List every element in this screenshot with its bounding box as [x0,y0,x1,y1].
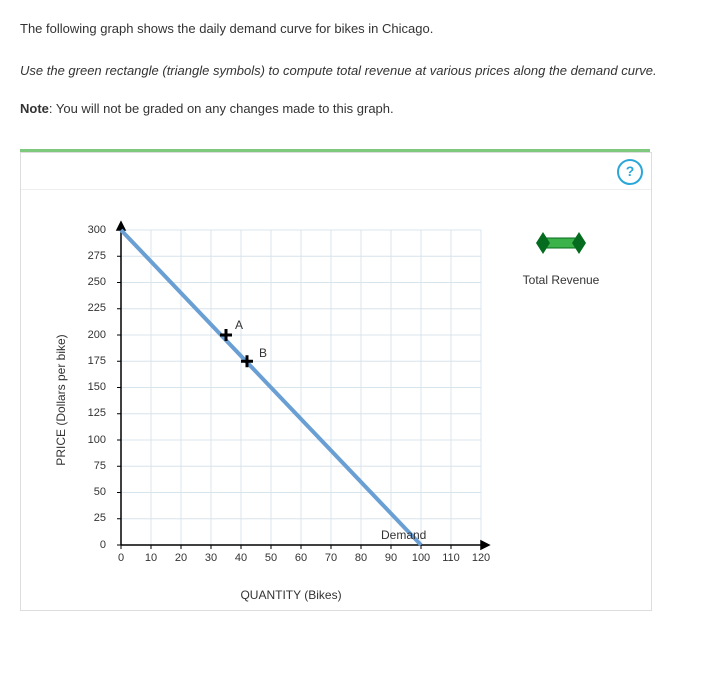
y-tick: 275 [88,250,106,262]
x-tick: 60 [295,552,307,564]
x-tick: 80 [355,552,367,564]
gridlines [121,230,481,545]
y-tick: 0 [100,539,106,551]
x-tick: 20 [175,552,187,564]
total-revenue-tool[interactable] [536,230,586,259]
point-a-label: A [235,318,243,332]
widget-header: ? [21,153,651,190]
y-tick: 200 [88,329,106,341]
intro-line-1: The following graph shows the daily dema… [20,20,701,38]
instructions: The following graph shows the daily dema… [20,20,701,119]
y-tick: 25 [94,512,106,524]
x-tick: 50 [265,552,277,564]
x-tick: 10 [145,552,157,564]
triangle-rectangle-icon [536,230,586,256]
x-tick: 110 [442,552,460,564]
demand-label: Demand [381,528,426,542]
intro-line-2: Use the green rectangle (triangle symbol… [20,62,701,80]
axes [117,222,489,549]
y-tick: 50 [94,486,106,498]
x-tick: 40 [235,552,247,564]
y-tick: 300 [88,224,106,236]
chart-area: PRICE (Dollars per bike) QUANTITY (Bikes… [21,190,651,610]
y-tick: 100 [88,434,106,446]
x-tick: 120 [472,552,490,564]
y-tick: 175 [88,355,106,367]
graph-widget: ? PRICE (Dollars per bike) QUANTITY (Bik… [20,152,652,611]
y-tick: 225 [88,302,106,314]
x-tick: 0 [118,552,124,564]
point-a-marker[interactable] [220,329,232,341]
x-tick: 30 [205,552,217,564]
help-button[interactable]: ? [617,159,643,185]
intro-note: Note: You will not be graded on any chan… [20,100,701,118]
x-tick: 70 [325,552,337,564]
y-tick: 250 [88,276,106,288]
legend: Total Revenue [501,230,621,287]
x-tick: 90 [385,552,397,564]
y-tick: 75 [94,460,106,472]
point-b-label: B [259,346,267,360]
x-tick: 100 [412,552,430,564]
y-tick: 125 [88,407,106,419]
y-tick: 150 [88,381,106,393]
axis-ticks [117,230,481,549]
legend-label: Total Revenue [501,273,621,287]
